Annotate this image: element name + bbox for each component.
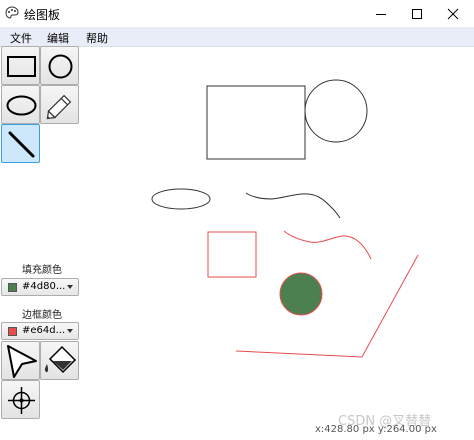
rectangle-tool[interactable] — [1, 46, 40, 85]
fill-color-select[interactable]: #4d80... — [1, 278, 79, 296]
cursor-position-status: x:428.80 px y:264.00 px — [315, 424, 437, 435]
canvas-freehand-stroke[interactable] — [245, 192, 341, 219]
fill-color-value: #4d80... — [22, 281, 66, 292]
border-color-swatch — [8, 327, 17, 336]
maximize-icon — [412, 8, 422, 19]
crosshair-tool[interactable] — [1, 380, 40, 419]
pencil-tool[interactable] — [40, 85, 79, 124]
canvas-red-polyline[interactable] — [235, 254, 419, 358]
fill-color-swatch — [8, 283, 17, 292]
drawing-canvas[interactable] — [82, 47, 474, 440]
menu-help[interactable]: 帮助 — [86, 30, 108, 46]
circle-tool[interactable] — [40, 46, 79, 85]
canvas-red-freehand-stroke[interactable] — [283, 230, 372, 260]
select-tool[interactable] — [1, 341, 40, 380]
canvas-ellipse-shape[interactable] — [151, 188, 211, 210]
minimize-button[interactable] — [361, 0, 401, 27]
close-icon — [447, 8, 459, 19]
chevron-down-icon — [67, 285, 73, 289]
menu-bar: 文件 编辑 帮助 — [0, 27, 474, 47]
fill-tool[interactable] — [40, 341, 79, 380]
fill-color-label: 填充颜色 — [22, 265, 62, 276]
border-color-select[interactable]: #e64d... — [1, 322, 79, 340]
pencil-icon — [46, 94, 72, 120]
border-color-label: 边框颜色 — [22, 310, 62, 321]
maximize-button[interactable] — [397, 0, 437, 27]
canvas-rectangle-shape[interactable] — [206, 85, 306, 160]
canvas-filled-circle[interactable] — [279, 272, 323, 316]
chevron-down-icon — [67, 329, 73, 333]
close-button[interactable] — [433, 0, 473, 27]
paint-bucket-icon — [44, 345, 77, 374]
circle-icon — [48, 54, 73, 79]
canvas-red-rectangle[interactable] — [207, 231, 257, 278]
ellipse-icon — [6, 95, 37, 116]
rectangle-icon — [7, 56, 36, 77]
border-color-value: #e64d... — [22, 325, 66, 336]
cursor-icon — [7, 345, 37, 378]
minimize-icon — [376, 13, 386, 15]
line-icon — [8, 131, 35, 158]
menu-file[interactable]: 文件 — [10, 30, 32, 46]
window-title: 绘图板 — [24, 8, 61, 22]
crosshair-icon — [8, 387, 35, 414]
ellipse-tool[interactable] — [1, 85, 40, 124]
title-bar: 绘图板 — [0, 0, 474, 27]
app-palette-icon — [5, 6, 19, 19]
line-tool[interactable] — [1, 124, 40, 163]
canvas-circle-shape[interactable] — [304, 79, 368, 143]
menu-edit[interactable]: 编辑 — [47, 30, 69, 46]
